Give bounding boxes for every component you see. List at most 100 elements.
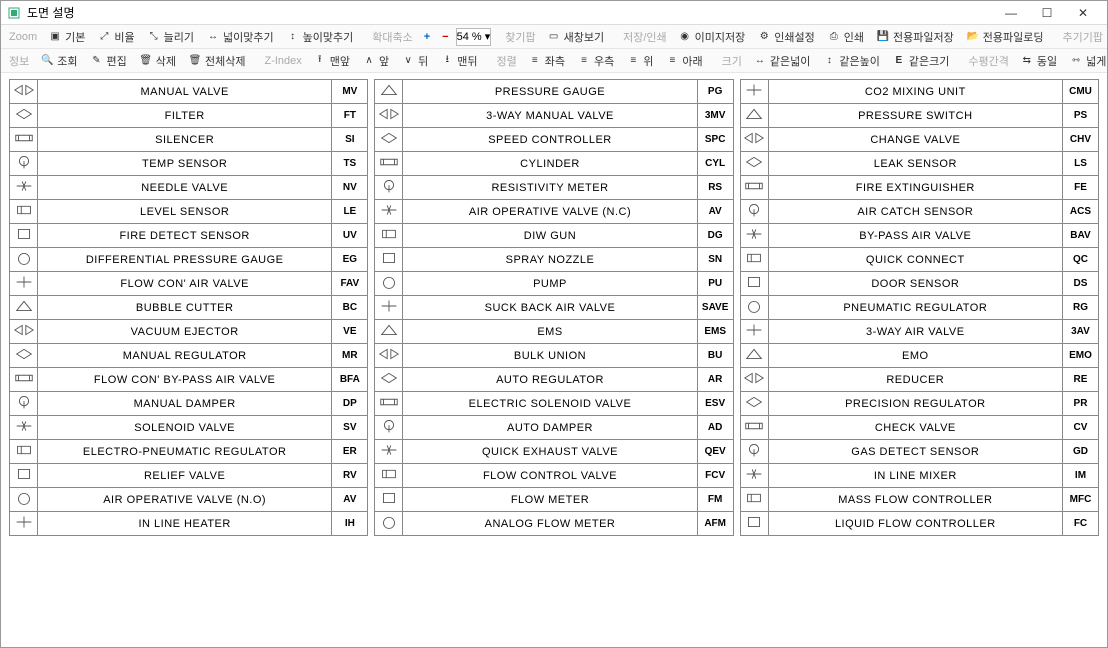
zoom-in-button[interactable]: +	[419, 29, 435, 45]
same-height-button[interactable]: ↕같은높이	[817, 51, 884, 71]
legend-symbol	[375, 152, 403, 176]
same-width-button[interactable]: ↔같은넓이	[748, 51, 815, 71]
align-top-button[interactable]: ≡위	[621, 51, 658, 71]
legend-name: AUTO REGULATOR	[403, 368, 697, 392]
legend-column-3: CO2 MIXING UNITCMUPRESSURE SWITCHPSCHANG…	[740, 79, 1099, 536]
legend-abbr: CYL	[697, 152, 733, 176]
legend-name: BY-PASS AIR VALVE	[768, 224, 1062, 248]
legend-name: MANUAL VALVE	[38, 80, 332, 104]
new-window-button[interactable]: ▭새창보기	[542, 27, 609, 47]
legend-name: 3-WAY MANUAL VALVE	[403, 104, 697, 128]
zoom-out-button[interactable]: −	[437, 29, 453, 45]
legend-row: FLOW CON' BY-PASS AIR VALVEBFA	[10, 368, 368, 392]
fit-height-button[interactable]: ↕높이맞추기	[281, 27, 359, 47]
send-backward-button[interactable]: ∨뒤	[396, 51, 433, 71]
send-back-button[interactable]: ⭳맨뒤	[435, 51, 482, 71]
hgap-wide-icon: ⇿	[1069, 54, 1083, 68]
zoom-enlarge-button[interactable]: ⤡늘리기	[142, 27, 199, 47]
legend-name: CO2 MIXING UNIT	[768, 80, 1062, 104]
legend-abbr: CMU	[1062, 80, 1098, 104]
gear-icon: ⚙	[757, 30, 771, 44]
legend-name: LIQUID FLOW CONTROLLER	[768, 512, 1062, 536]
align-top-icon: ≡	[626, 54, 640, 68]
front-icon: ⭱	[313, 54, 327, 68]
legend-abbr: DG	[697, 224, 733, 248]
align-right-button[interactable]: ≡우측	[572, 51, 619, 71]
legend-row: BULK UNIONBU	[375, 344, 733, 368]
legend-abbr: FCV	[697, 464, 733, 488]
legend-row: LEVEL SENSORLE	[10, 200, 368, 224]
zoom-basic-button[interactable]: ▣기본	[43, 27, 90, 47]
window-icon: ▭	[547, 30, 561, 44]
save-icon: 💾	[876, 30, 890, 44]
legend-row: CYLINDERCYL	[375, 152, 733, 176]
minimize-button[interactable]: —	[993, 2, 1029, 24]
legend-name: DOOR SENSOR	[768, 272, 1062, 296]
legend-symbol	[10, 440, 38, 464]
load-file-button[interactable]: 📂전용파일로딩	[961, 27, 1049, 47]
canvas-area[interactable]: MANUAL VALVEMVFILTERFTSILENCERSITEMP SEN…	[1, 73, 1107, 647]
zoom-ratio-button[interactable]: ⤢비율	[92, 27, 139, 47]
title-bar: 도면 설명 — ☐ ✕	[1, 1, 1107, 25]
legend-abbr: GD	[1062, 440, 1098, 464]
legend-row: FLOW CON' AIR VALVEFAV	[10, 272, 368, 296]
group-label-zindex: Z-Index	[260, 55, 305, 67]
align-bottom-button[interactable]: ≡아래	[660, 51, 707, 71]
edit-button[interactable]: ✎편집	[85, 51, 132, 71]
legend-row: IN LINE HEATERIH	[10, 512, 368, 536]
hgap-same-button[interactable]: ⇆동일	[1015, 51, 1062, 71]
legend-abbr: FAV	[332, 272, 368, 296]
legend-row: PNEUMATIC REGULATORRG	[740, 296, 1098, 320]
legend-symbol	[10, 248, 38, 272]
group-label-extra: 추기기팝	[1058, 29, 1106, 45]
legend-name: FLOW CONTROL VALVE	[403, 464, 697, 488]
legend-row: EMSEMS	[375, 320, 733, 344]
legend-symbol	[10, 368, 38, 392]
fit-width-button[interactable]: ↔넓이맞추기	[201, 27, 279, 47]
zoom-select[interactable]: 54 % ▾	[456, 28, 492, 46]
legend-symbol	[375, 248, 403, 272]
bring-forward-button[interactable]: ∧앞	[357, 51, 394, 71]
legend-abbr: LS	[1062, 152, 1098, 176]
legend-name: QUICK EXHAUST VALVE	[403, 440, 697, 464]
app-window: 도면 설명 — ☐ ✕ Zoom ▣기본 ⤢비율 ⤡늘리기 ↔넓이맞추기 ↕높이…	[0, 0, 1108, 648]
print-button[interactable]: ⎙인쇄	[822, 27, 869, 47]
legend-name: AIR OPERATIVE VALVE (N.O)	[38, 488, 332, 512]
legend-row: RESISTIVITY METERRS	[375, 176, 733, 200]
save-image-button[interactable]: ◉이미지저장	[673, 27, 751, 47]
maximize-button[interactable]: ☐	[1029, 2, 1065, 24]
legend-abbr: SPC	[697, 128, 733, 152]
close-button[interactable]: ✕	[1065, 2, 1101, 24]
legend-name: FLOW CON' BY-PASS AIR VALVE	[38, 368, 332, 392]
align-bottom-icon: ≡	[665, 54, 679, 68]
align-left-button[interactable]: ≡좌측	[523, 51, 570, 71]
legend-symbol	[740, 80, 768, 104]
legend-symbol	[375, 272, 403, 296]
bring-front-button[interactable]: ⭱맨앞	[308, 51, 355, 71]
legend-name: DIFFERENTIAL PRESSURE GAUGE	[38, 248, 332, 272]
legend-row: BY-PASS AIR VALVEBAV	[740, 224, 1098, 248]
legend-row: RELIEF VALVERV	[10, 464, 368, 488]
legend-name: IN LINE HEATER	[38, 512, 332, 536]
legend-symbol	[740, 368, 768, 392]
legend-name: AUTO DAMPER	[403, 416, 697, 440]
legend-row: GAS DETECT SENSORGD	[740, 440, 1098, 464]
legend-symbol	[740, 200, 768, 224]
find-button[interactable]: 🔍조회	[35, 51, 82, 71]
legend-abbr: CHV	[1062, 128, 1098, 152]
trash-icon: 🗑	[139, 54, 153, 68]
print-settings-button[interactable]: ⚙인쇄설정	[752, 27, 819, 47]
delete-button[interactable]: 🗑삭제	[134, 51, 181, 71]
legend-row: QUICK CONNECTQC	[740, 248, 1098, 272]
same-size-button[interactable]: E같은크기	[887, 51, 954, 71]
legend-row: EMOEMO	[740, 344, 1098, 368]
legend-abbr: FT	[332, 104, 368, 128]
legend-row: AIR OPERATIVE VALVE (N.O)AV	[10, 488, 368, 512]
legend-name: RESISTIVITY METER	[403, 176, 697, 200]
legend-name: PRESSURE GAUGE	[403, 80, 697, 104]
save-file-button[interactable]: 💾전용파일저장	[871, 27, 959, 47]
legend-abbr: FE	[1062, 176, 1098, 200]
hgap-wide-button[interactable]: ⇿넓게	[1064, 51, 1108, 71]
delete-all-button[interactable]: 🗑전체삭제	[183, 51, 250, 71]
legend-name: MASS FLOW CONTROLLER	[768, 488, 1062, 512]
